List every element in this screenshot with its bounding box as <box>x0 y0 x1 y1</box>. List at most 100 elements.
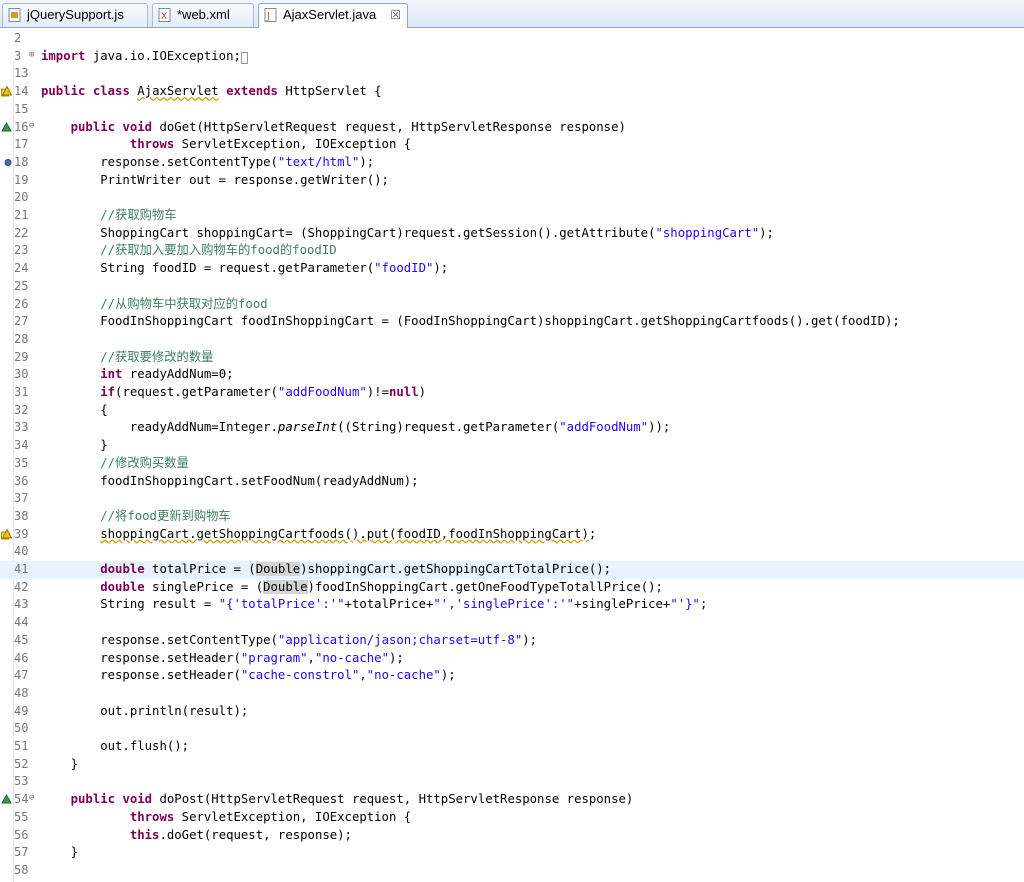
code-line[interactable]: 53 <box>0 773 1024 791</box>
code-text: ShoppingCart shoppingCart= (ShoppingCart… <box>41 225 774 240</box>
line-number: 18 <box>14 154 29 169</box>
code-line[interactable]: 58 <box>0 862 1024 880</box>
code-line[interactable]: 32 { <box>0 402 1024 420</box>
code-line[interactable]: 56 this.doGet(request, response); <box>0 827 1024 845</box>
close-tab-icon[interactable]: ☒ <box>390 4 401 26</box>
line-number: 44 <box>14 615 29 630</box>
line-number: 24 <box>14 261 29 276</box>
code-line[interactable]: 23 //获取加入要加入购物车的food的foodID <box>0 242 1024 260</box>
line-number: 40 <box>14 544 29 559</box>
code-text: String result = "{'totalPrice':'"+totalP… <box>41 597 708 612</box>
tab-web-xml[interactable]: X *web.xml <box>152 3 254 27</box>
code-line[interactable]: 34 } <box>0 437 1024 455</box>
editor-tab-bar: jQuerySupport.js X *web.xml J AjaxServle… <box>0 0 1024 28</box>
code-line[interactable]: 37 <box>0 490 1024 508</box>
line-number: 22 <box>14 225 29 240</box>
code-line[interactable]: 47 response.setHeader("cache-constrol","… <box>0 667 1024 685</box>
line-number: 43 <box>14 597 29 612</box>
line-number: 19 <box>14 172 29 187</box>
line-number: 41 <box>14 562 29 576</box>
code-line[interactable]: 46 response.setHeader("pragram","no-cach… <box>0 650 1024 668</box>
java-file-icon: J <box>264 8 277 22</box>
code-text: public void doPost(HttpServletRequest re… <box>70 792 634 807</box>
code-text: this.doGet(request, response); <box>129 827 352 842</box>
code-line[interactable]: 54 ⊖ public void doPost(HttpServletReques… <box>0 791 1024 809</box>
code-line[interactable]: 19 PrintWriter out = response.getWriter(… <box>0 172 1024 190</box>
code-line[interactable]: 3 ⊕ import java.io.IOException; <box>0 48 1024 66</box>
fold-collapse-icon[interactable]: ⊖ <box>29 121 38 131</box>
code-text: response.setContentType("text/html"); <box>41 154 375 169</box>
code-line[interactable]: 52 } <box>0 756 1024 774</box>
code-text: foodInShoppingCart.setFoodNum(readyAddNu… <box>41 473 419 488</box>
code-line[interactable]: 51 out.flush(); <box>0 738 1024 756</box>
code-line[interactable]: 38 //将food更新到购物车 <box>0 508 1024 526</box>
code-line[interactable]: 36 foodInShoppingCart.setFoodNum(readyAd… <box>0 473 1024 491</box>
code-text: } <box>41 845 79 860</box>
code-line[interactable]: 22 ShoppingCart shoppingCart= (ShoppingC… <box>0 225 1024 243</box>
code-line[interactable]: 16 ⊖ public void doGet(HttpServletRequest… <box>0 119 1024 137</box>
code-line[interactable]: 27 FoodInShoppingCart foodInShoppingCart… <box>0 313 1024 331</box>
fold-collapse-icon[interactable]: ⊖ <box>29 794 38 803</box>
line-number: 53 <box>14 774 29 789</box>
code-line[interactable]: 29 //获取要修改的数量 <box>0 349 1024 367</box>
code-line[interactable]: 33 readyAddNum=Integer.parseInt((String)… <box>0 419 1024 437</box>
code-line[interactable]: 57 } <box>0 844 1024 862</box>
code-line[interactable]: 39 shoppingCart.getShoppingCartfoods().p… <box>0 526 1024 544</box>
code-line[interactable]: 31 if(request.getParameter("addFoodNum")… <box>0 384 1024 402</box>
line-number: 42 <box>14 579 29 594</box>
line-number: 28 <box>14 331 29 346</box>
line-number: 29 <box>14 349 29 364</box>
code-line[interactable]: 50 <box>0 720 1024 738</box>
line-number: 21 <box>14 208 29 222</box>
code-text: //获取购物车 <box>100 208 177 222</box>
code-line[interactable]: 42 double singlePrice = (Double)foodInSh… <box>0 579 1024 597</box>
js-file-icon <box>8 8 21 22</box>
code-line[interactable]: 48 <box>0 685 1024 703</box>
code-text: out.flush(); <box>41 739 190 753</box>
code-text: } <box>41 756 79 771</box>
line-number: 56 <box>14 827 29 842</box>
code-line[interactable]: 49 out.println(result); <box>0 703 1024 721</box>
code-line[interactable]: 35 //修改购买数量 <box>0 455 1024 473</box>
line-number: 39 <box>14 526 29 541</box>
code-line[interactable]: 30 int readyAddNum=0; <box>0 366 1024 384</box>
code-line[interactable]: 40 <box>0 543 1024 561</box>
code-line[interactable]: 45 response.setContentType("application/… <box>0 632 1024 650</box>
code-text: //从购物车中获取对应的food <box>100 296 268 311</box>
code-line[interactable]: 55 throws ServletException, IOException … <box>0 809 1024 827</box>
code-text: PrintWriter out = response.getWriter(); <box>41 172 389 187</box>
code-text: public void doGet(HttpServletRequest req… <box>70 119 626 134</box>
tab-jquerysupport-js[interactable]: jQuerySupport.js <box>2 3 148 27</box>
code-line[interactable]: 17 throws ServletException, IOException … <box>0 136 1024 154</box>
code-line[interactable]: 21 //获取购物车 <box>0 207 1024 225</box>
code-line[interactable]: 15 <box>0 101 1024 119</box>
code-line[interactable]: 43 String result = "{'totalPrice':'"+tot… <box>0 596 1024 614</box>
tab-ajaxservlet-java[interactable]: J AjaxServlet.java ☒ <box>258 3 408 28</box>
code-line[interactable]: 28 <box>0 331 1024 349</box>
code-text: response.setHeader("pragram","no-cache")… <box>41 650 404 665</box>
code-editor[interactable]: 2 3 ⊕ import java.io.IOException; 13 14 publi… <box>0 28 1024 882</box>
code-line[interactable]: 14 public class AjaxServlet extends HttpS… <box>0 83 1024 101</box>
line-number: 47 <box>14 668 29 683</box>
code-text: out.println(result); <box>41 703 249 718</box>
line-number: 13 <box>14 66 29 81</box>
fold-expand-icon[interactable]: ⊕ <box>29 50 38 60</box>
code-line[interactable]: 41 double totalPrice = (Double)shoppingC… <box>0 561 1024 579</box>
code-text: String foodID = request.getParameter("fo… <box>41 261 449 276</box>
code-line[interactable]: 20 <box>0 189 1024 207</box>
code-line[interactable]: 2 <box>0 30 1024 48</box>
code-line[interactable]: 18 response.setContentType("text/html"); <box>0 154 1024 172</box>
line-number: 15 <box>14 101 29 116</box>
tab-label: AjaxServlet.java <box>283 7 377 22</box>
code-text: public class AjaxServlet extends HttpSer… <box>41 84 382 99</box>
code-line[interactable]: 44 <box>0 614 1024 632</box>
line-number: 48 <box>14 685 29 700</box>
code-text: int readyAddNum=0; <box>100 367 234 382</box>
code-line[interactable]: 26 //从购物车中获取对应的food <box>0 296 1024 314</box>
code-text: //获取加入要加入购物车的food的foodID <box>100 243 337 258</box>
line-number: 45 <box>14 632 29 647</box>
code-line[interactable]: 13 <box>0 65 1024 83</box>
code-line[interactable]: 24 String foodID = request.getParameter(… <box>0 260 1024 278</box>
code-line[interactable]: 25 <box>0 278 1024 296</box>
line-number: 2 <box>14 31 22 45</box>
